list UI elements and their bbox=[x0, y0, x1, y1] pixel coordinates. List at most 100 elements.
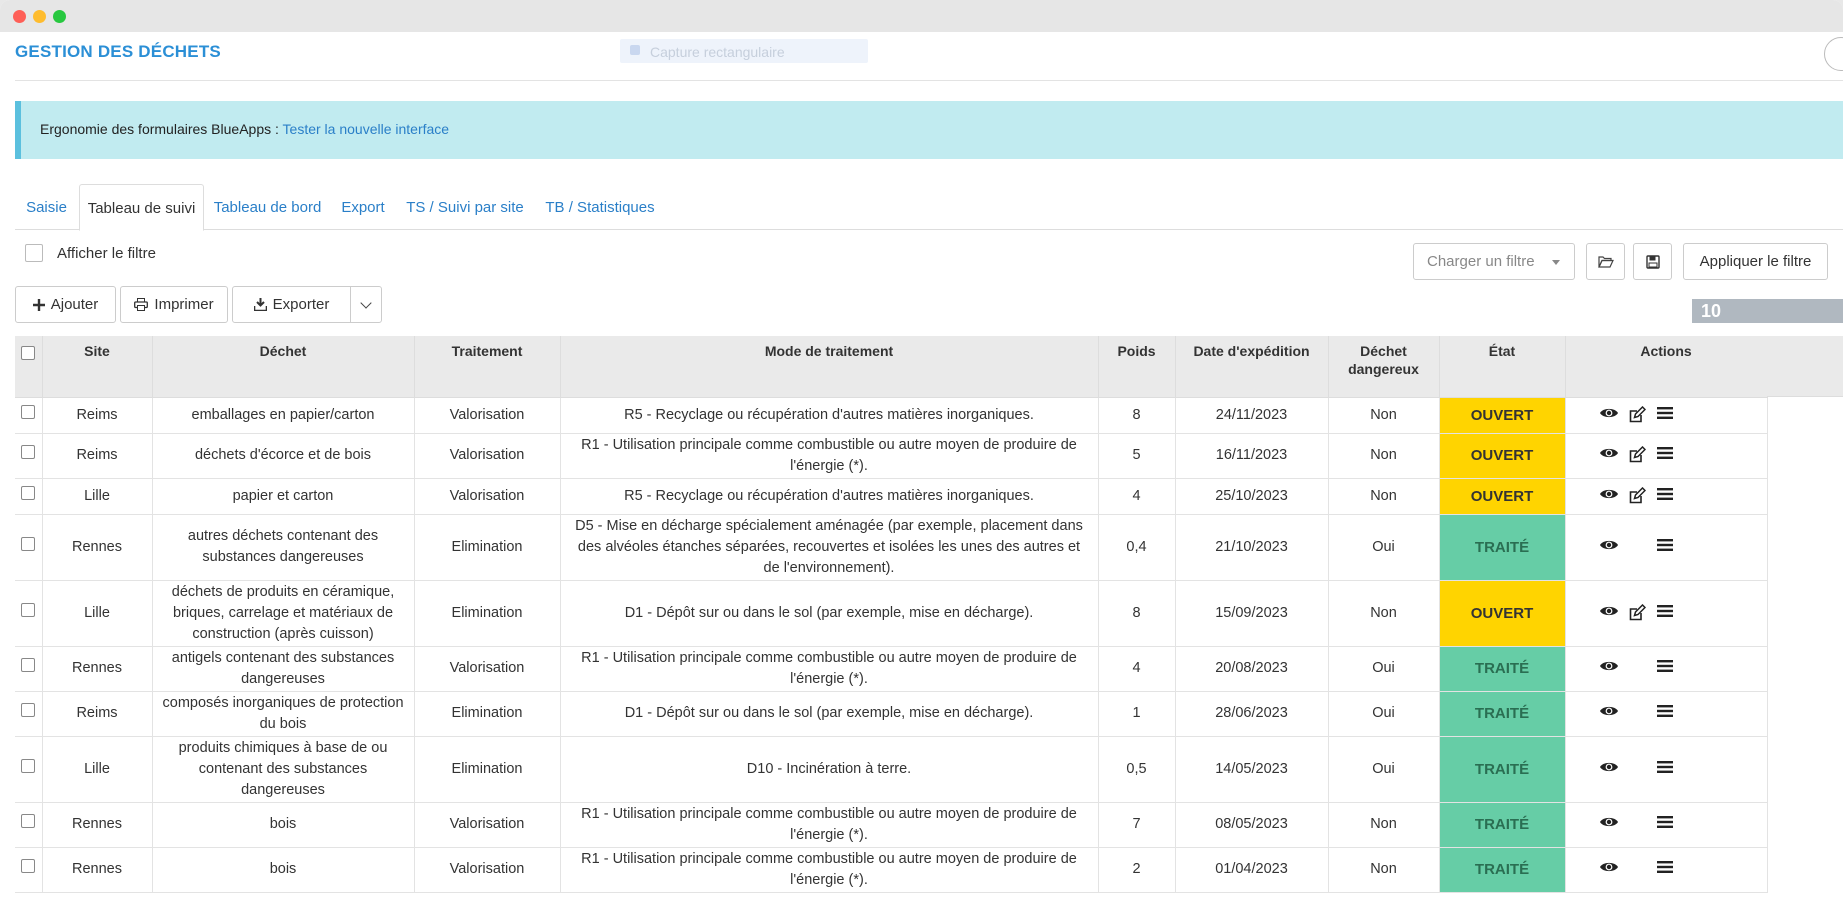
table-row[interactable]: Lille déchets de produits en céramique, b… bbox=[15, 580, 1768, 647]
table-row[interactable]: Rennes autres déchets contenant des subst… bbox=[15, 514, 1768, 581]
eye-icon[interactable] bbox=[1599, 446, 1619, 464]
print-button[interactable]: Imprimer bbox=[120, 286, 228, 323]
table-row[interactable]: Reims emballages en papier/carton Valorisa… bbox=[15, 397, 1768, 434]
minimize-window-button[interactable] bbox=[33, 10, 46, 23]
table-row[interactable]: Lille papier et carton Valorisation R5 - Re… bbox=[15, 478, 1768, 515]
cell-dangereux: Non bbox=[1328, 580, 1440, 647]
add-button[interactable]: Ajouter bbox=[15, 286, 116, 323]
edit-icon[interactable] bbox=[1628, 446, 1648, 464]
column-header-dechet[interactable]: Déchet bbox=[152, 336, 415, 398]
open-filter-button[interactable] bbox=[1586, 243, 1625, 280]
menu-bars-icon[interactable] bbox=[1656, 659, 1677, 677]
eye-icon[interactable] bbox=[1599, 760, 1619, 778]
cell-actions bbox=[1565, 802, 1768, 848]
menu-bars-icon[interactable] bbox=[1656, 704, 1677, 722]
column-header-date[interactable]: Date d'expédition bbox=[1175, 336, 1329, 398]
row-checkbox[interactable] bbox=[21, 859, 36, 873]
cell-mode: D1 - Dépôt sur ou dans le sol (par exemp… bbox=[560, 691, 1099, 737]
row-checkbox[interactable] bbox=[21, 602, 36, 617]
row-checkbox[interactable] bbox=[21, 658, 36, 672]
cell-actions bbox=[1565, 478, 1768, 515]
maximize-window-button[interactable] bbox=[53, 10, 66, 23]
export-options-button[interactable] bbox=[350, 286, 382, 323]
edit-icon[interactable] bbox=[1628, 486, 1648, 505]
row-checkbox[interactable] bbox=[21, 536, 36, 551]
column-header-poids[interactable]: Poids bbox=[1098, 336, 1176, 398]
row-select-cell bbox=[15, 433, 43, 479]
tab-tableau-de-suivi[interactable]: Tableau de suivi bbox=[79, 184, 204, 231]
cell-poids: 0,5 bbox=[1098, 736, 1176, 803]
table-row[interactable]: Reims déchets d'écorce et de bois Valorisa… bbox=[15, 433, 1768, 479]
column-header-etat[interactable]: État bbox=[1439, 336, 1566, 398]
menu-bars-icon[interactable] bbox=[1656, 815, 1677, 833]
row-checkbox[interactable] bbox=[21, 758, 36, 773]
column-header-site[interactable]: Site bbox=[42, 336, 153, 398]
select-all-checkbox[interactable] bbox=[21, 346, 36, 360]
status-badge: TRAITÉ bbox=[1439, 736, 1566, 803]
new-interface-link[interactable]: Tester la nouvelle interface bbox=[283, 121, 450, 137]
tab-saisie[interactable]: Saisie bbox=[15, 184, 78, 230]
export-button[interactable]: Exporter bbox=[232, 286, 351, 323]
menu-bars-icon[interactable] bbox=[1656, 538, 1677, 556]
table-body: Reims emballages en papier/carton Valorisa… bbox=[15, 397, 1768, 893]
menu-bars-icon[interactable] bbox=[1656, 860, 1677, 878]
eye-icon[interactable] bbox=[1599, 659, 1619, 677]
capture-icon bbox=[630, 45, 640, 55]
status-badge: TRAITÉ bbox=[1439, 691, 1566, 737]
eye-icon[interactable] bbox=[1599, 538, 1619, 556]
eye-icon[interactable] bbox=[1599, 704, 1619, 722]
table-row[interactable]: Lille produits chimiques à base de ou con… bbox=[15, 736, 1768, 803]
cell-mode: R1 - Utilisation principale comme combus… bbox=[560, 847, 1099, 893]
menu-bars-icon[interactable] bbox=[1656, 487, 1677, 505]
eye-icon[interactable] bbox=[1599, 487, 1619, 505]
eye-icon[interactable] bbox=[1599, 406, 1619, 424]
cell-site: Lille bbox=[42, 580, 153, 647]
tab-export[interactable]: Export bbox=[332, 184, 394, 230]
cell-dechet: produits chimiques à base de ou contenan… bbox=[152, 736, 415, 803]
row-checkbox[interactable] bbox=[21, 485, 36, 500]
edit-icon[interactable] bbox=[1628, 405, 1648, 424]
edit-icon[interactable] bbox=[1628, 603, 1648, 622]
status-badge: OUVERT bbox=[1439, 580, 1566, 647]
status-badge: TRAITÉ bbox=[1439, 514, 1566, 581]
load-filter-dropdown[interactable]: Charger un filtre bbox=[1413, 243, 1575, 280]
row-checkbox[interactable] bbox=[21, 814, 36, 828]
show-filter-label: Afficher le filtre bbox=[57, 245, 156, 262]
table-header-row: Site Déchet Traitement Mode de traitemen… bbox=[15, 336, 1768, 398]
eye-icon[interactable] bbox=[1599, 815, 1619, 833]
cell-date: 01/04/2023 bbox=[1175, 847, 1329, 893]
cell-site: Rennes bbox=[42, 514, 153, 581]
capture-overlay[interactable]: Capture rectangulaire bbox=[620, 39, 868, 63]
cell-dangereux: Non bbox=[1328, 433, 1440, 479]
cell-dechet: déchets d'écorce et de bois bbox=[152, 433, 415, 479]
row-checkbox[interactable] bbox=[21, 703, 36, 717]
cell-dechet: emballages en papier/carton bbox=[152, 397, 415, 434]
save-filter-button[interactable] bbox=[1633, 243, 1672, 280]
table-row[interactable]: Rennes antigels contenant des substances … bbox=[15, 646, 1768, 692]
show-filter-checkbox[interactable] bbox=[25, 244, 43, 262]
apply-filter-button[interactable]: Appliquer le filtre bbox=[1683, 243, 1828, 280]
table-row[interactable]: Reims composés inorganiques de protection… bbox=[15, 691, 1768, 737]
row-checkbox[interactable] bbox=[21, 445, 36, 459]
column-header-dangereux[interactable]: Déchet dangereux bbox=[1328, 336, 1440, 398]
tab-tableau-de-bord[interactable]: Tableau de bord bbox=[205, 184, 330, 230]
cell-date: 21/10/2023 bbox=[1175, 514, 1329, 581]
menu-bars-icon[interactable] bbox=[1656, 604, 1677, 622]
column-header-mode[interactable]: Mode de traitement bbox=[560, 336, 1099, 398]
menu-bars-icon[interactable] bbox=[1656, 406, 1677, 424]
cell-traitement: Valorisation bbox=[414, 433, 561, 479]
table-row[interactable]: Rennes bois Valorisation R1 - Utilisation p… bbox=[15, 847, 1768, 893]
user-menu-button[interactable] bbox=[1824, 37, 1843, 71]
column-header-traitement[interactable]: Traitement bbox=[414, 336, 561, 398]
cell-mode: R5 - Recyclage ou récupération d'autres … bbox=[560, 478, 1099, 515]
close-window-button[interactable] bbox=[13, 10, 26, 23]
cell-actions bbox=[1565, 397, 1768, 434]
row-checkbox[interactable] bbox=[21, 404, 36, 419]
eye-icon[interactable] bbox=[1599, 860, 1619, 878]
tab-statistiques[interactable]: TB / Statistiques bbox=[535, 184, 665, 230]
menu-bars-icon[interactable] bbox=[1656, 760, 1677, 778]
eye-icon[interactable] bbox=[1599, 604, 1619, 622]
table-row[interactable]: Rennes bois Valorisation R1 - Utilisation p… bbox=[15, 802, 1768, 848]
menu-bars-icon[interactable] bbox=[1656, 446, 1677, 464]
tab-suivi-par-site[interactable]: TS / Suivi par site bbox=[397, 184, 533, 230]
